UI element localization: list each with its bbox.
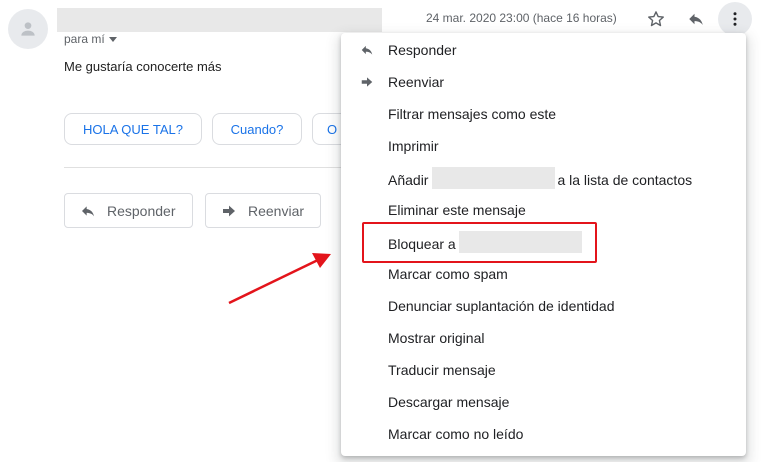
menu-item-add-contact[interactable]: Añadir a la lista de contactos	[341, 162, 746, 194]
reply-icon	[359, 42, 375, 58]
menu-item-translate[interactable]: Traducir mensaje	[341, 354, 746, 386]
menu-item-print[interactable]: Imprimir	[341, 130, 746, 162]
message-date: 24 mar. 2020 23:00 (hace 16 horas)	[426, 11, 617, 25]
highlight-box	[362, 222, 597, 263]
sender-name-redacted	[57, 8, 382, 32]
menu-item-label: Responder	[388, 42, 457, 58]
more-options-button[interactable]	[718, 2, 752, 36]
forward-icon	[223, 205, 235, 216]
forward-button[interactable]: Reenviar	[205, 193, 321, 228]
forward-icon	[359, 74, 375, 90]
menu-item-label: Imprimir	[388, 138, 439, 154]
menu-item-mark-unread[interactable]: Marcar como no leído	[341, 418, 746, 450]
menu-item-show-original[interactable]: Mostrar original	[341, 322, 746, 354]
menu-item-forward[interactable]: Reenviar	[341, 66, 746, 98]
forward-button-label: Reenviar	[248, 202, 305, 219]
menu-item-label: Eliminar este mensaje	[388, 202, 526, 218]
menu-item-filter[interactable]: Filtrar mensajes como este	[341, 98, 746, 130]
menu-item-label: Filtrar mensajes como este	[388, 106, 557, 122]
menu-item-label-suffix: a la lista de contactos	[557, 171, 693, 188]
to-me-label: para mí	[64, 32, 105, 46]
star-button[interactable]	[645, 8, 667, 30]
person-icon	[21, 22, 35, 36]
sender-avatar[interactable]	[8, 9, 48, 49]
more-vert-icon	[733, 12, 737, 26]
menu-item-label: Denunciar suplantación de identidad	[388, 298, 615, 314]
reply-icon	[82, 205, 94, 216]
reply-button-label: Responder	[107, 202, 176, 219]
menu-item-label: Mostrar original	[388, 330, 485, 346]
message-body: Me gustaría conocerte más	[64, 59, 222, 74]
menu-item-label: Traducir mensaje	[388, 362, 496, 378]
menu-item-label: Marcar como spam	[388, 266, 508, 282]
menu-item-report-phishing[interactable]: Denunciar suplantación de identidad	[341, 290, 746, 322]
recipient-details-toggle[interactable]: para mí	[64, 32, 117, 46]
menu-item-label: Añadir	[388, 171, 429, 188]
contact-name-redacted	[432, 167, 556, 189]
reply-button[interactable]: Responder	[64, 193, 193, 228]
star-icon	[648, 11, 664, 27]
menu-item-label: Descargar mensaje	[388, 394, 510, 410]
menu-item-download[interactable]: Descargar mensaje	[341, 386, 746, 418]
menu-item-reply[interactable]: Responder	[341, 34, 746, 66]
smart-reply-chip-2[interactable]: Cuando?	[212, 113, 302, 145]
reply-icon	[689, 13, 703, 25]
menu-item-label: Reenviar	[388, 74, 445, 90]
smart-reply-chip-1[interactable]: HOLA QUE TAL?	[64, 113, 202, 145]
chevron-down-icon	[108, 37, 117, 42]
reply-top-button[interactable]	[684, 8, 708, 30]
divider	[64, 167, 349, 168]
menu-item-label: Marcar como no leído	[388, 426, 524, 442]
